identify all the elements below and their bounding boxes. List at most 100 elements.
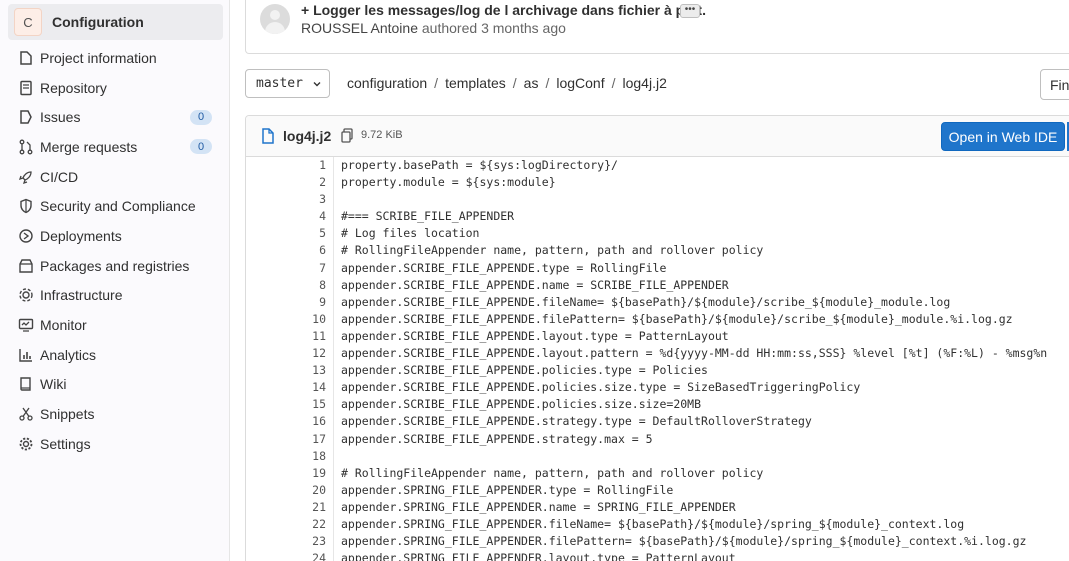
- line-number[interactable]: 22: [246, 515, 334, 534]
- sidebar-item-wiki[interactable]: Wiki: [0, 370, 230, 400]
- line-content: appender.SCRIBE_FILE_APPENDE.filePattern…: [341, 311, 1013, 326]
- code-line: 9 appender.SCRIBE_FILE_APPENDE.fileName= …: [246, 293, 1069, 311]
- code-line: 16 appender.SCRIBE_FILE_APPENDE.strategy.…: [246, 413, 1069, 431]
- sidebar-item-repository[interactable]: Repository: [0, 73, 230, 103]
- code-line: 1 property.basePath = ${sys:logDirectory}…: [246, 157, 1069, 175]
- line-content: appender.SCRIBE_FILE_APPENDE.fileName= $…: [341, 294, 951, 309]
- shield-icon: [20, 199, 32, 214]
- line-content: appender.SPRING_FILE_APPENDER.filePatter…: [341, 534, 1027, 549]
- line-number[interactable]: 1: [246, 157, 334, 175]
- breadcrumb-item-current[interactable]: log4j.j2: [623, 75, 667, 91]
- commit-time: 3 months ago: [481, 20, 566, 36]
- sidebar-item-merge-requests[interactable]: Merge requests 0: [0, 132, 230, 162]
- code-line: 13 appender.SCRIBE_FILE_APPENDE.policies.…: [246, 362, 1069, 380]
- code-line: 24 appender.SPRING_FILE_APPENDER.layout.t…: [246, 550, 1069, 561]
- sidebar-item-label: Snippets: [40, 406, 95, 423]
- line-number[interactable]: 23: [246, 533, 334, 551]
- line-number[interactable]: 7: [246, 259, 334, 277]
- code-line: 6 # RollingFileAppender name, pattern, pa…: [246, 242, 1069, 260]
- line-number[interactable]: 20: [246, 481, 334, 499]
- line-number[interactable]: 10: [246, 310, 334, 328]
- commit-description-toggle[interactable]: •••: [680, 4, 700, 18]
- code-line: 11 appender.SCRIBE_FILE_APPENDE.layout.ty…: [246, 327, 1069, 346]
- line-number[interactable]: 3: [246, 191, 334, 209]
- author-avatar[interactable]: [260, 4, 290, 34]
- project-header[interactable]: C Configuration: [8, 4, 223, 40]
- project-name: Configuration: [52, 14, 144, 30]
- line-number[interactable]: 14: [246, 379, 334, 397]
- line-number[interactable]: 6: [246, 242, 334, 260]
- line-content: appender.SCRIBE_FILE_APPENDE.strategy.ty…: [341, 414, 812, 429]
- line-number[interactable]: 13: [246, 362, 334, 380]
- breadcrumb-item[interactable]: configuration: [347, 75, 427, 91]
- line-number[interactable]: 4: [246, 208, 334, 226]
- line-number[interactable]: 17: [246, 430, 334, 448]
- line-number[interactable]: 12: [246, 345, 334, 363]
- line-content: appender.SCRIBE_FILE_APPENDE.type = Roll…: [341, 260, 667, 275]
- commit-author[interactable]: ROUSSEL Antoine: [301, 20, 418, 36]
- line-number[interactable]: 9: [246, 293, 334, 311]
- snippet-icon: [19, 407, 33, 421]
- code-line: 18: [246, 447, 1069, 465]
- code-line: 19 # RollingFileAppender name, pattern, p…: [246, 464, 1069, 482]
- line-number[interactable]: 15: [246, 396, 334, 414]
- breadcrumb-item[interactable]: as: [524, 75, 539, 91]
- line-number[interactable]: 24: [246, 550, 334, 561]
- sidebar-item-issues[interactable]: Issues 0: [0, 102, 230, 132]
- line-content: appender.SPRING_FILE_APPENDER.type = Rol…: [341, 482, 674, 497]
- sidebar-item-label: Repository: [40, 79, 107, 96]
- breadcrumb-item[interactable]: logConf: [556, 75, 604, 91]
- line-content: # RollingFileAppender name, pattern, pat…: [341, 465, 764, 480]
- line-number[interactable]: 18: [246, 447, 334, 465]
- sidebar-item-analytics[interactable]: Analytics: [0, 340, 230, 370]
- line-content: appender.SCRIBE_FILE_APPENDE.name = SCRI…: [341, 277, 729, 292]
- sidebar-item-packages-and-registries[interactable]: Packages and registries: [0, 251, 230, 281]
- sidebar-item-label: Issues: [40, 109, 81, 126]
- sidebar-item-settings[interactable]: Settings: [0, 429, 230, 459]
- line-number[interactable]: 11: [246, 327, 334, 346]
- line-number[interactable]: 2: [246, 174, 334, 192]
- line-number[interactable]: 8: [246, 276, 334, 294]
- sidebar-item-deployments[interactable]: Deployments: [0, 221, 230, 251]
- code-line: 21 appender.SPRING_FILE_APPENDER.name = S…: [246, 498, 1069, 516]
- line-content: appender.SCRIBE_FILE_APPENDE.layout.type…: [341, 328, 729, 343]
- sidebar-item-label: Settings: [40, 435, 91, 452]
- line-content: # RollingFileAppender name, pattern, pat…: [341, 243, 764, 258]
- sidebar-item-label: Merge requests: [40, 138, 138, 155]
- code-line: 12 appender.SCRIBE_FILE_APPENDE.layout.pa…: [246, 345, 1069, 363]
- sidebar-item-monitor[interactable]: Monitor: [0, 310, 230, 340]
- branch-selector[interactable]: master: [245, 69, 330, 98]
- package-icon: [19, 258, 33, 273]
- breadcrumb: configuration / templates / as / logConf / log4j…: [347, 75, 667, 91]
- copy-icon[interactable]: [341, 128, 354, 143]
- code-line: 7 appender.SCRIBE_FILE_APPENDE.type = Rol…: [246, 259, 1069, 277]
- file-icon: [262, 128, 274, 144]
- line-number[interactable]: 16: [246, 413, 334, 431]
- sidebar-item-project-information[interactable]: Project information: [0, 43, 230, 73]
- sidebar-item-ci-cd[interactable]: CI/CD: [0, 162, 230, 192]
- sidebar-item-label: Security and Compliance: [40, 198, 196, 215]
- line-number[interactable]: 5: [246, 225, 334, 243]
- sidebar-item-infrastructure[interactable]: Infrastructure: [0, 281, 230, 311]
- code-line: 20 appender.SPRING_FILE_APPENDER.type = R…: [246, 481, 1069, 499]
- line-number[interactable]: 21: [246, 498, 334, 516]
- sidebar: C Configuration Project information Repo…: [0, 0, 230, 561]
- sidebar-item-security-and-compliance[interactable]: Security and Compliance: [0, 191, 230, 221]
- project-avatar: C: [14, 8, 42, 36]
- issues-icon: [20, 110, 32, 124]
- line-content: appender.SCRIBE_FILE_APPENDE.layout.patt…: [341, 346, 1048, 361]
- line-number[interactable]: 19: [246, 464, 334, 482]
- commit-title[interactable]: + Logger les messages/log de l archivage…: [301, 2, 706, 18]
- find-file-button[interactable]: Fin: [1040, 69, 1069, 100]
- sidebar-item-label: Infrastructure: [40, 287, 123, 304]
- line-content: property.basePath = ${sys:logDirectory}/: [341, 158, 618, 172]
- code-line: 15 appender.SCRIBE_FILE_APPENDE.policies.…: [246, 396, 1069, 414]
- wiki-icon: [20, 377, 31, 392]
- code-line: 8 appender.SCRIBE_FILE_APPENDE.name = SCR…: [246, 276, 1069, 294]
- open-in-web-ide-button[interactable]: Open in Web IDE: [941, 122, 1065, 151]
- sidebar-item-label: Deployments: [40, 227, 122, 244]
- code-line: 23 appender.SPRING_FILE_APPENDER.filePatt…: [246, 533, 1069, 551]
- line-content: appender.SPRING_FILE_APPENDER.name = SPR…: [341, 499, 736, 514]
- sidebar-item-snippets[interactable]: Snippets: [0, 399, 230, 429]
- breadcrumb-item[interactable]: templates: [445, 75, 506, 91]
